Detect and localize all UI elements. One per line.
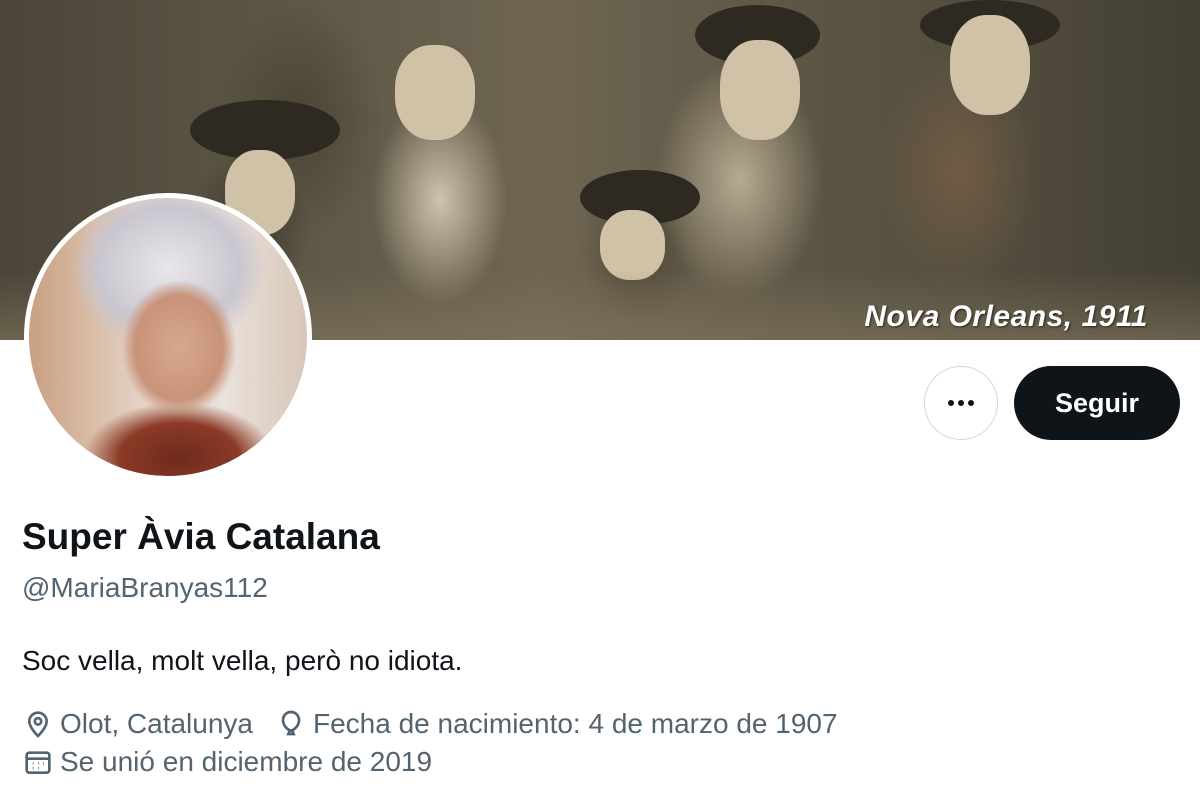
banner-figure bbox=[950, 15, 1030, 115]
user-handle: @MariaBranyas112 bbox=[22, 572, 268, 603]
joined-item: Se unió en diciembre de 2019 bbox=[22, 746, 432, 778]
location-text: Olot, Catalunya bbox=[60, 708, 253, 739]
balloon-icon bbox=[281, 710, 301, 736]
profile-meta-row: Olot, Catalunya Fecha de nacimiento: 4 d… bbox=[22, 708, 860, 740]
birthday-item: Fecha de nacimiento: 4 de marzo de 1907 bbox=[275, 708, 838, 740]
profile-meta-row: Se unió en diciembre de 2019 bbox=[22, 746, 454, 778]
more-options-button[interactable] bbox=[924, 366, 998, 440]
banner-figure bbox=[395, 45, 475, 140]
profile-bio: Soc vella, molt vella, però no idiota. bbox=[22, 645, 463, 676]
more-horizontal-icon bbox=[948, 400, 974, 406]
joined-text: Se unió en diciembre de 2019 bbox=[60, 746, 433, 777]
birthday-text: Fecha de nacimiento: 4 de marzo de 1907 bbox=[313, 708, 838, 739]
display-name: Super Àvia Catalana bbox=[22, 516, 380, 557]
profile-avatar[interactable] bbox=[24, 193, 312, 481]
location-item: Olot, Catalunya bbox=[22, 708, 253, 740]
calendar-icon bbox=[25, 751, 51, 774]
banner-caption: Nova Orleans, 1911 bbox=[864, 300, 1148, 333]
follow-button[interactable]: Seguir bbox=[1014, 366, 1180, 440]
banner-figure bbox=[720, 40, 800, 140]
location-pin-icon bbox=[27, 711, 49, 738]
